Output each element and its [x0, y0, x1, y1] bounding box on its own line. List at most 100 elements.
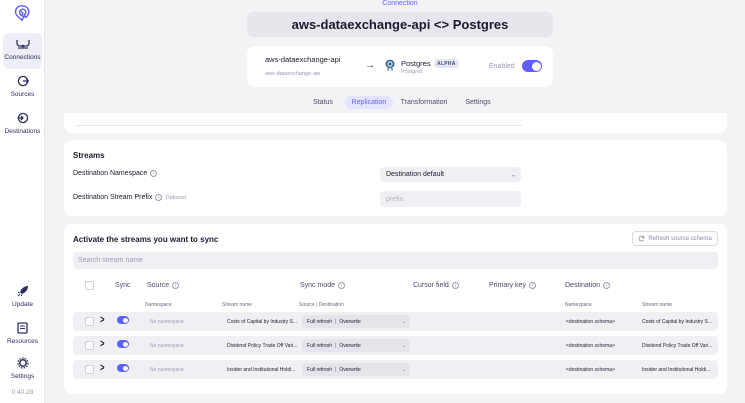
search-placeholder: Search stream name — [78, 257, 143, 264]
release-stage-badge: ALPHA — [434, 59, 459, 68]
table-row[interactable]: > No namespace Dividend Policy Trade Off… — [73, 336, 718, 355]
search-stream-input[interactable]: Search stream name — [73, 252, 718, 269]
sidebar-item-sources[interactable]: Sources — [3, 70, 42, 106]
stream-sync-card: Activate the streams you want to sync Re… — [64, 224, 727, 394]
sidebar-item-label: Resources — [6, 338, 39, 345]
row-stream-name: Dividend Policy Trade Off Vari... — [227, 342, 298, 349]
stream-sync-toggle[interactable] — [117, 316, 129, 324]
mode-dest: Overwrite — [339, 342, 361, 349]
sidebar: Connections Sources Destinations Update … — [0, 0, 45, 403]
chevron-down-icon: ⌄ — [401, 366, 406, 373]
chevron-right-icon[interactable]: > — [100, 362, 105, 374]
sidebar-item-label: Sources — [10, 91, 35, 98]
chevron-down-icon: ⌄ — [510, 172, 516, 178]
col-primary-key: Primary key i — [489, 282, 536, 289]
row-namespace: No namespace — [150, 318, 184, 325]
row-dest-stream: Costs of Capital by Industry S... — [642, 318, 713, 325]
info-icon[interactable]: i — [155, 194, 163, 201]
optional-label: Optional — [165, 194, 186, 201]
row-dest-namespace: <destination schema> — [566, 366, 615, 373]
tab-status[interactable]: Status — [308, 96, 338, 109]
refresh-icon — [638, 235, 645, 242]
connections-icon — [15, 37, 30, 51]
sources-icon — [16, 74, 30, 88]
sync-mode-select[interactable]: Full refresh | Overwrite ⌄ — [302, 339, 410, 352]
col-destination-label: Destination — [565, 282, 601, 289]
row-checkbox[interactable] — [85, 341, 94, 350]
sidebar-item-label: Destinations — [4, 128, 41, 135]
destinations-icon — [16, 111, 30, 125]
sidebar-item-label: Update — [12, 301, 33, 308]
refresh-schema-label: Refresh source schema — [648, 235, 712, 242]
arrow-right-icon: → — [365, 60, 375, 71]
info-icon[interactable]: i — [528, 282, 536, 289]
col-source: Source i — [147, 282, 180, 289]
source-name[interactable]: aws-dataexchange-api — [265, 55, 345, 64]
refresh-schema-button[interactable]: Refresh source schema — [632, 231, 718, 246]
destination-name[interactable]: Postgres — [401, 59, 431, 68]
tab-settings[interactable]: Settings — [461, 96, 495, 109]
mode-source: Full refresh — [307, 342, 333, 349]
info-icon[interactable]: i — [603, 282, 611, 289]
chevron-right-icon[interactable]: > — [100, 314, 105, 326]
row-checkbox[interactable] — [85, 317, 94, 326]
stream-sync-toggle[interactable] — [117, 340, 129, 348]
subcol-source-dest: Source | Destination — [299, 302, 344, 308]
streams-heading: Streams — [73, 151, 105, 160]
info-icon[interactable]: i — [172, 282, 180, 289]
page-title: aws-dataexchange-api <> Postgres — [247, 12, 553, 37]
col-sync: Sync — [115, 282, 131, 289]
info-icon[interactable]: i — [451, 282, 459, 289]
namespace-select[interactable]: Destination default ⌄ — [380, 167, 521, 182]
info-icon[interactable]: i — [338, 282, 346, 289]
airbyte-logo-icon[interactable] — [13, 4, 31, 22]
rocket-icon — [16, 284, 30, 298]
row-checkbox[interactable] — [85, 365, 94, 374]
chevron-down-icon: ⌄ — [401, 318, 406, 325]
select-all-checkbox[interactable] — [85, 281, 94, 290]
subcol-dest-namespace: Namespace — [565, 302, 592, 308]
col-primary-key-label: Primary key — [489, 282, 526, 289]
sidebar-item-settings[interactable]: Settings — [3, 352, 42, 388]
sidebar-item-update[interactable]: Update — [3, 280, 42, 316]
stream-sync-toggle[interactable] — [117, 364, 129, 372]
row-dest-namespace: <destination schema> — [566, 342, 615, 349]
namespace-select-value: Destination default — [386, 171, 444, 178]
namespace-label: Destination Namespace i — [73, 170, 158, 177]
enabled-label: Enabled — [489, 63, 515, 70]
col-destination: Destination i — [565, 282, 611, 289]
connection-summary-card: aws-dataexchange-api aws-dataexchange-ap… — [247, 46, 553, 87]
sidebar-item-connections[interactable]: Connections — [3, 33, 42, 69]
mode-dest: Overwrite — [339, 366, 361, 373]
breadcrumb[interactable]: Connection — [247, 0, 553, 7]
col-cursor-field-label: Cursor field — [413, 282, 449, 289]
subcol-stream-name: Stream name — [222, 302, 253, 308]
app-version: 0.40.28 — [11, 389, 34, 396]
sync-mode-select[interactable]: Full refresh | Overwrite ⌄ — [302, 315, 410, 328]
table-row[interactable]: > No namespace Insider and Institutional… — [73, 360, 718, 379]
tab-transformation[interactable]: Transformation — [398, 96, 450, 109]
mode-separator: | — [335, 342, 337, 349]
sync-heading: Activate the streams you want to sync — [73, 235, 219, 244]
mode-source: Full refresh — [307, 366, 333, 373]
table-row[interactable]: > No namespace Costs of Capital by Indus… — [73, 312, 718, 331]
sync-mode-select[interactable]: Full refresh | Overwrite ⌄ — [302, 363, 410, 376]
divider — [76, 125, 522, 126]
sidebar-item-destinations[interactable]: Destinations — [3, 107, 42, 143]
gear-icon — [16, 356, 30, 370]
mode-source: Full refresh — [307, 318, 333, 325]
info-icon[interactable]: i — [150, 170, 158, 177]
mode-separator: | — [335, 366, 337, 373]
connection-enabled-toggle[interactable] — [522, 60, 542, 72]
namespace-label-text: Destination Namespace — [73, 170, 148, 177]
row-dest-stream: Dividend Policy Trade Off Vari... — [642, 342, 713, 349]
streams-settings-card: Streams Destination Namespace i Destinat… — [64, 140, 727, 216]
source-type: aws-dataexchange-api — [265, 71, 321, 77]
sidebar-item-resources[interactable]: Resources — [3, 317, 42, 353]
row-dest-namespace: <destination schema> — [566, 318, 615, 325]
row-stream-name: Costs of Capital by Industry S... — [227, 318, 298, 325]
tab-replication[interactable]: Replication — [345, 96, 393, 109]
chevron-right-icon[interactable]: > — [100, 338, 105, 350]
stream-prefix-input[interactable]: prefix — [380, 191, 521, 207]
schedule-card — [64, 113, 727, 133]
